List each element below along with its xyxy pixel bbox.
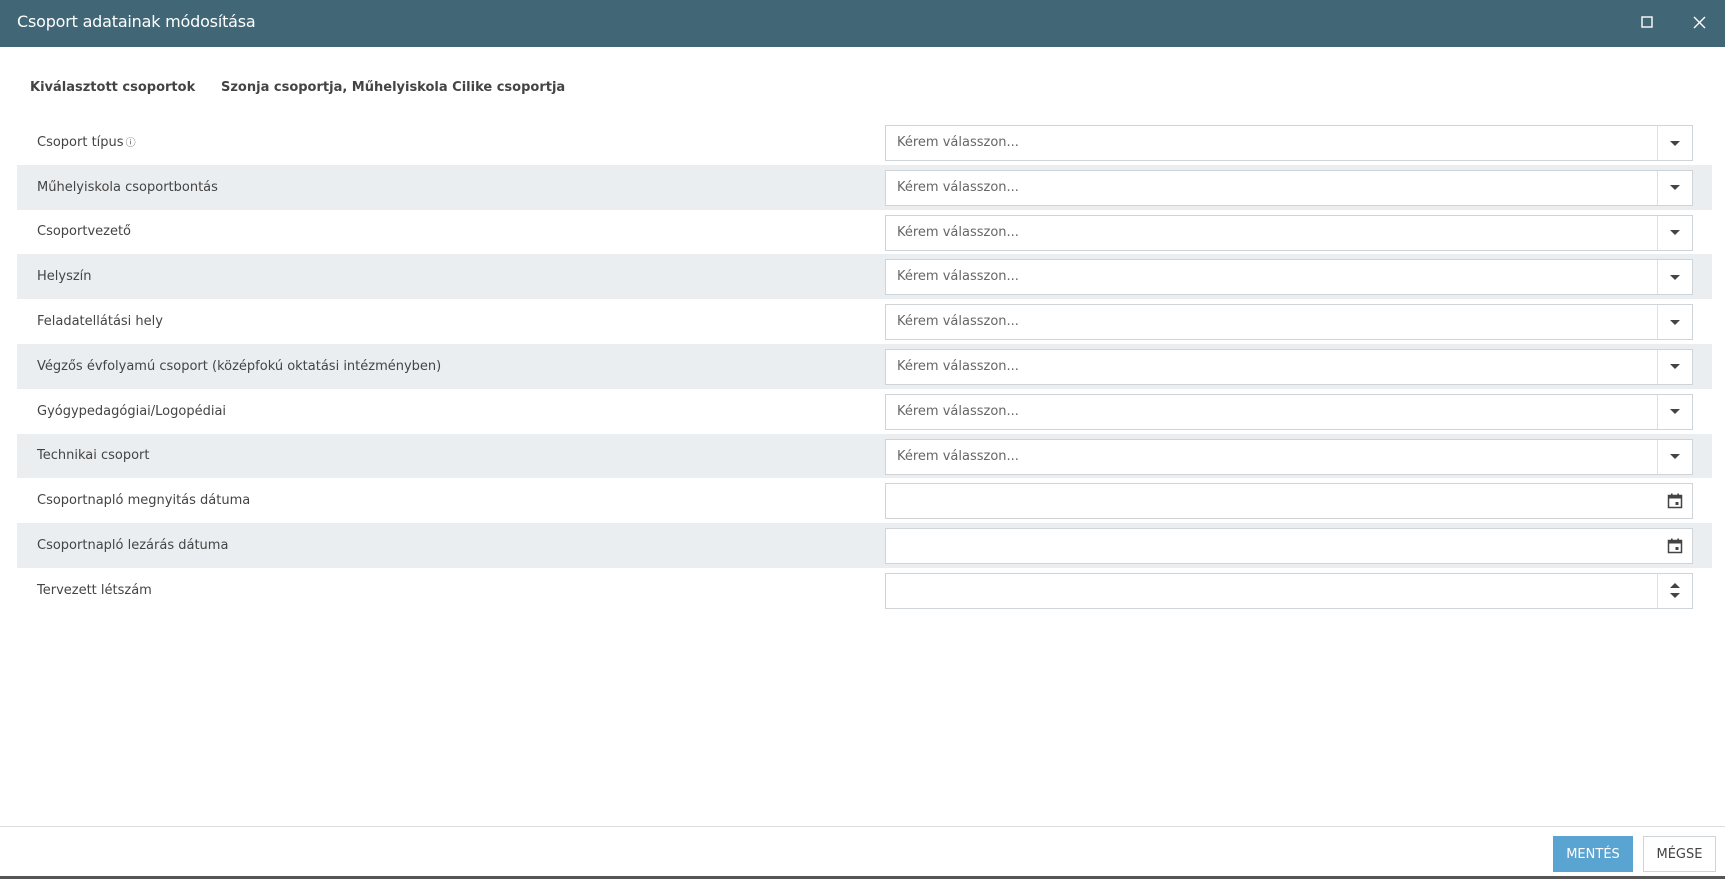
save-button[interactable]: MENTÉS [1553,836,1633,872]
planned-headcount-input[interactable] [885,572,1693,609]
dropdown-toggle[interactable] [1657,126,1692,160]
journal-open-date-input[interactable] [885,483,1693,520]
journal-close-date-input[interactable] [885,528,1693,565]
form-row-planned-headcount: Tervezett létszám [17,568,1712,613]
form-row-technical-group: Technikai csoport Kérem válasszon... [17,433,1712,479]
chevron-down-icon [1670,319,1680,325]
chevron-down-icon [1670,140,1680,146]
select-placeholder: Kérem válasszon... [897,135,1019,150]
selected-groups: Kiválasztott csoportok Szonja csoportja,… [30,80,565,100]
location-select[interactable]: Kérem válasszon... [885,259,1693,296]
form-row-journal-open-date: Csoportnapló megnyitás dátuma [17,478,1712,523]
task-site-select[interactable]: Kérem válasszon... [885,304,1693,341]
form-row-final-year-group: Végzős évfolyamú csoport (középfokú okta… [17,343,1712,389]
final-year-group-select[interactable]: Kérem válasszon... [885,348,1693,385]
workshop-split-select[interactable]: Kérem válasszon... [885,169,1693,206]
selected-groups-value: Szonja csoportja, Műhelyiskola Cilike cs… [221,80,566,95]
increment-arrow[interactable] [1670,583,1680,589]
dropdown-toggle[interactable] [1657,170,1692,205]
form-row-task-site: Feladatellátási hely Kérem válasszon... [17,299,1712,344]
selected-groups-label: Kiválasztott csoportok [30,80,196,95]
field-label: Technikai csoport [37,448,150,464]
field-label: Csoportnapló lezárás dátuma [37,538,229,554]
field-label: Helyszín [37,269,92,285]
select-placeholder: Kérem válasszon... [897,179,1019,195]
dialog-titlebar: Csoport adatainak módosítása [0,0,1725,47]
select-placeholder: Kérem válasszon... [897,403,1019,419]
maximize-icon [1641,16,1653,28]
chevron-down-icon [1670,454,1680,460]
field-label: Csoportvezető [37,224,132,240]
field-label: Csoport típus ⓘ [37,135,136,151]
chevron-down-icon [1670,409,1680,415]
dropdown-toggle[interactable] [1657,305,1692,340]
calendar-button[interactable] [1657,484,1692,518]
group-form: Csoport típus ⓘ Kérem válasszon... Műhely… [17,120,1712,613]
field-label: Tervezett létszám [37,582,152,598]
select-placeholder: Kérem válasszon... [897,224,1019,240]
maximize-button[interactable] [1635,10,1659,34]
calendar-icon [1667,538,1682,554]
field-label: Csoportnapló megnyitás dátuma [37,493,251,509]
spinner-icon [1670,583,1680,599]
select-placeholder: Kérem válasszon... [897,314,1019,330]
dialog-title: Csoport adatainak módosítása [17,12,256,31]
form-row-journal-close-date: Csoportnapló lezárás dátuma [17,523,1712,568]
chevron-down-icon [1670,274,1680,280]
technical-group-select[interactable]: Kérem válasszon... [885,438,1693,475]
form-row-workshop-split: Műhelyiskola csoportbontás Kérem válassz… [17,164,1712,210]
dropdown-toggle[interactable] [1657,394,1692,429]
field-label: Feladatellátási hely [37,314,163,330]
decrement-arrow[interactable] [1670,593,1680,599]
field-label: Műhelyiskola csoportbontás [37,179,218,195]
form-row-special-education: Gyógypedagógiai/Logopédiai Kérem válassz… [17,389,1712,434]
close-button[interactable] [1687,10,1711,34]
field-label: Végzős évfolyamú csoport (középfokú okta… [37,358,442,374]
calendar-icon [1667,493,1682,509]
special-education-select[interactable]: Kérem válasszon... [885,393,1693,430]
form-row-group-leader: Csoportvezető Kérem válasszon... [17,210,1712,255]
form-row-location: Helyszín Kérem válasszon... [17,254,1712,300]
dropdown-toggle[interactable] [1657,215,1692,250]
field-label: Gyógypedagógiai/Logopédiai [37,403,227,419]
chevron-down-icon [1670,230,1680,236]
close-icon [1693,16,1705,28]
number-spinner[interactable] [1657,573,1692,608]
dialog-footer: MENTÉS MÉGSE [0,826,1725,879]
chevron-down-icon [1670,185,1680,191]
select-placeholder: Kérem válasszon... [897,358,1019,374]
info-icon[interactable]: ⓘ [126,138,136,149]
group-type-select[interactable]: Kérem válasszon... [885,125,1693,161]
dropdown-toggle[interactable] [1657,260,1692,295]
select-placeholder: Kérem válasszon... [897,269,1019,285]
dropdown-toggle[interactable] [1657,439,1692,474]
group-leader-select[interactable]: Kérem válasszon... [885,214,1693,251]
chevron-down-icon [1670,364,1680,370]
calendar-button[interactable] [1657,529,1692,563]
cancel-button[interactable]: MÉGSE [1643,836,1716,872]
form-row-group-type: Csoport típus ⓘ Kérem válasszon... [17,120,1712,165]
select-placeholder: Kérem válasszon... [897,448,1019,464]
dropdown-toggle[interactable] [1657,349,1692,384]
